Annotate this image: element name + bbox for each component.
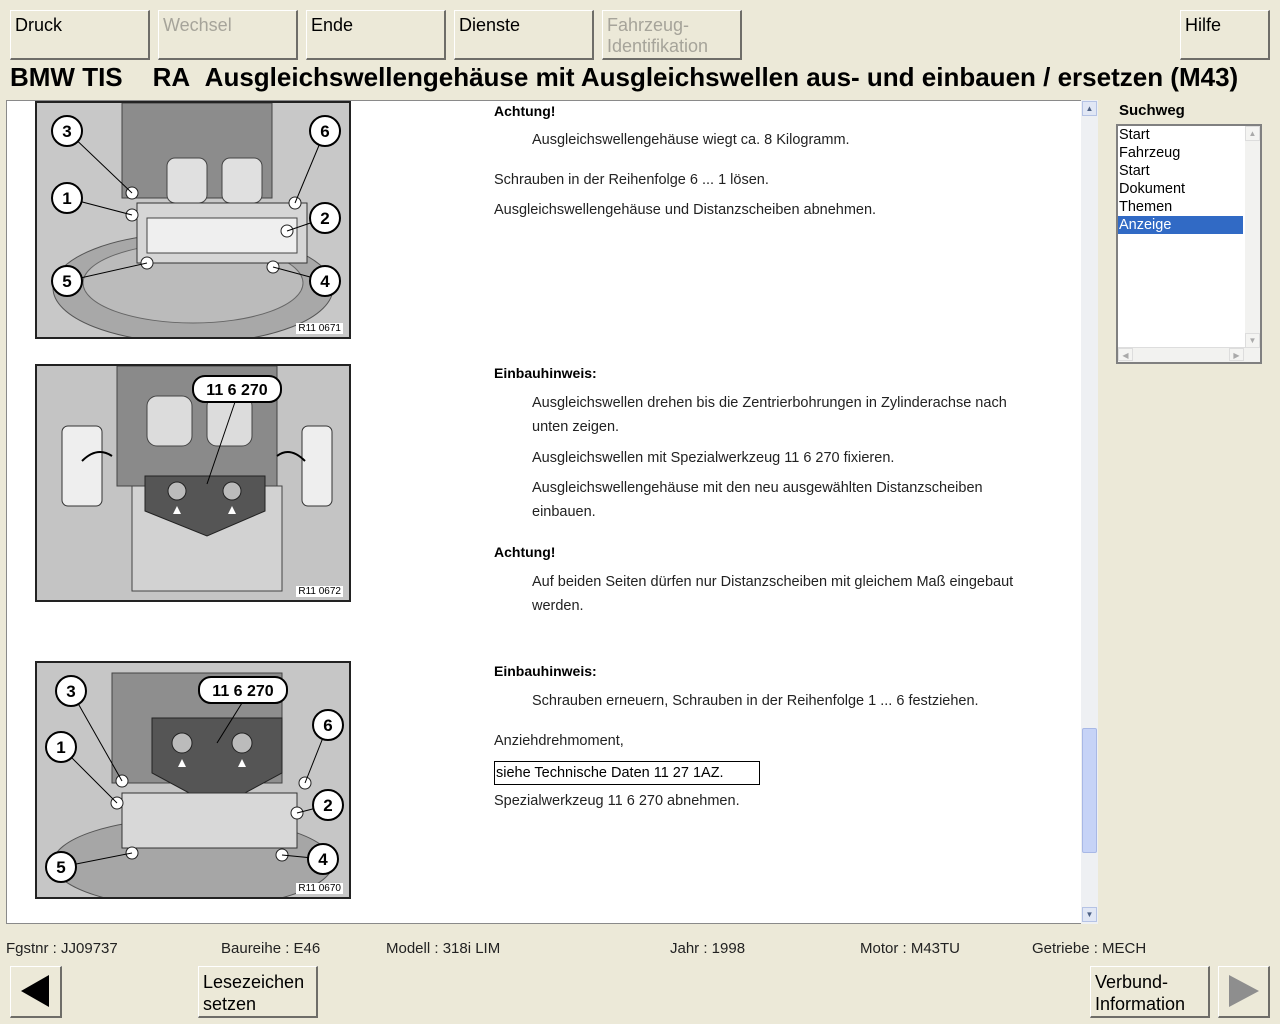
forward-button[interactable] — [1218, 966, 1270, 1018]
wechsel-button[interactable]: Wechsel — [158, 10, 298, 60]
figure-code: R11 0671 — [296, 323, 343, 334]
content-scrollbar[interactable]: ▲ ▼ — [1081, 100, 1098, 924]
doc-title: Ausgleichswellengehäuse mit Ausgleichswe… — [204, 62, 1239, 92]
section-heading: Einbauhinweis: — [494, 365, 597, 381]
lesezeichen-label-line2: setzen — [203, 994, 257, 1014]
wechsel-label: Wechsel — [163, 15, 232, 35]
getriebe-value: Getriebe : MECH — [1032, 940, 1147, 957]
fahrzeug-label-line2: Identifikation — [607, 36, 709, 56]
fahrzeug-identifikation-button[interactable]: Fahrzeug- Identifikation — [602, 10, 742, 60]
note-text: werden. — [532, 598, 584, 614]
hilfe-button[interactable]: Hilfe — [1180, 10, 1270, 60]
step-text: Schrauben in der Reihenfolge 6 ... 1 lös… — [494, 172, 769, 188]
app-name: BMW TIS — [10, 62, 123, 92]
figure-code: R11 0672 — [296, 586, 343, 597]
callout-number: 5 — [62, 272, 71, 291]
fahrzeug-label-line1: Fahrzeug- — [607, 15, 690, 35]
arrow-left-icon — [21, 975, 49, 1007]
callout-number: 2 — [323, 796, 332, 815]
note-text: Ausgleichswellengehäuse mit den neu ausg… — [532, 480, 983, 496]
step-text: Ausgleichswellengehäuse und Distanzschei… — [494, 202, 877, 218]
arrow-right-icon — [1229, 975, 1259, 1007]
note-text: einbauen. — [532, 504, 596, 520]
back-button[interactable] — [10, 966, 62, 1018]
suchweg-horizontal-scrollbar[interactable]: ◀ ▶ — [1118, 347, 1260, 362]
jahr-value: Jahr : 1998 — [670, 940, 746, 957]
verbund-label-line1: Verbund- — [1095, 972, 1169, 992]
suchweg-item-dokument[interactable]: Dokument — [1118, 180, 1243, 198]
modell-value: Modell : 318i LIM — [386, 940, 501, 957]
suchweg-item-fahrzeug[interactable]: Fahrzeug — [1118, 144, 1243, 162]
callout-number: 6 — [320, 122, 329, 141]
note-text: Ausgleichswellen mit Spezialwerkzeug 11 … — [532, 450, 895, 466]
dienste-button[interactable]: Dienste — [454, 10, 594, 60]
figure-code: R11 0670 — [296, 883, 343, 894]
note-text: Auf beiden Seiten dürfen nur Distanzsche… — [532, 574, 1014, 590]
suchweg-scroll-right[interactable]: ▶ — [1229, 348, 1244, 361]
suchweg-title: Suchweg — [1119, 102, 1185, 119]
dienste-label: Dienste — [459, 15, 521, 35]
druck-label: Druck — [15, 15, 63, 35]
engine-illustration-2: 11 6 270 — [37, 366, 349, 600]
suchweg-scroll-left[interactable]: ◀ — [1118, 348, 1133, 361]
callout-number: 1 — [56, 738, 65, 757]
step-text: Anziehdrehmoment, — [494, 733, 624, 749]
step-text: Spezialwerkzeug 11 6 270 abnehmen. — [494, 793, 740, 809]
callout-number: 2 — [320, 209, 329, 228]
figure-r11-0671: 3 6 1 2 5 4 R11 0671 — [35, 101, 351, 339]
baureihe-value: Baureihe : E46 — [221, 940, 321, 957]
scroll-down-button[interactable]: ▼ — [1082, 907, 1097, 922]
callout-number: 3 — [66, 682, 75, 701]
suchweg-item-anzeige[interactable]: Anzeige — [1118, 216, 1243, 234]
document-content: 3 6 1 2 5 4 R11 0671 11 6 270 R11 0672 1… — [6, 100, 1098, 924]
ende-label: Ende — [311, 15, 354, 35]
page-title: BMW TIS RA Ausgleichswellengehäuse mit Au… — [10, 62, 1238, 93]
vehicle-status-bar: Fgstnr : JJ09737 Baureihe : E46 Modell :… — [0, 932, 1280, 960]
callout-number: 4 — [318, 850, 328, 869]
callout-number: 3 — [62, 122, 71, 141]
verbund-label-line2: Information — [1095, 994, 1186, 1014]
note-text: Schrauben erneuern, Schrauben in der Rei… — [532, 693, 979, 709]
suchweg-item-start[interactable]: Start — [1118, 126, 1243, 144]
note-text: unten zeigen. — [532, 419, 620, 435]
druck-button[interactable]: Druck — [10, 10, 150, 60]
lesezeichen-setzen-button[interactable]: Lesezeichen setzen — [198, 966, 318, 1018]
section-heading: Achtung! — [494, 544, 556, 560]
fgstnr-value: Fgstnr : JJ09737 — [6, 940, 118, 957]
figure-r11-0670: 11 6 270 3 1 6 2 5 4 R11 0670 — [35, 661, 351, 899]
note-text: Ausgleichswellengehäuse wiegt ca. 8 Kilo… — [532, 132, 850, 148]
scroll-thumb[interactable] — [1082, 728, 1097, 853]
section-heading: Einbauhinweis: — [494, 663, 597, 679]
callout-number: 4 — [320, 272, 330, 291]
suchweg-list[interactable]: Start Fahrzeug Start Dokument Themen Anz… — [1116, 124, 1262, 364]
callout-number: 5 — [56, 858, 65, 877]
verbund-information-button[interactable]: Verbund- Information — [1090, 966, 1210, 1018]
suchweg-item-themen[interactable]: Themen — [1118, 198, 1243, 216]
suchweg-vertical-scrollbar[interactable]: ▲ ▼ — [1245, 126, 1260, 348]
tool-label: 11 6 270 — [212, 683, 274, 700]
note-text: Ausgleichswellen drehen bis die Zentrier… — [532, 395, 1007, 411]
doc-prefix: RA — [152, 62, 191, 92]
suchweg-scroll-down[interactable]: ▼ — [1245, 333, 1260, 348]
callout-number: 6 — [323, 716, 332, 735]
hilfe-label: Hilfe — [1185, 15, 1222, 35]
tool-label: 11 6 270 — [206, 382, 268, 399]
figure-r11-0672: 11 6 270 R11 0672 — [35, 364, 351, 602]
suchweg-item-start-2[interactable]: Start — [1118, 162, 1243, 180]
ende-button[interactable]: Ende — [306, 10, 446, 60]
motor-value: Motor : M43TU — [860, 940, 961, 957]
callout-number: 1 — [62, 189, 71, 208]
scroll-up-button[interactable]: ▲ — [1082, 101, 1097, 116]
technical-data-link[interactable]: siehe Technische Daten 11 27 1AZ. — [494, 761, 760, 785]
lesezeichen-label-line1: Lesezeichen — [203, 972, 305, 992]
section-heading: Achtung! — [494, 103, 556, 119]
engine-illustration-1: 3 6 1 2 5 4 — [37, 103, 349, 337]
suchweg-scroll-up[interactable]: ▲ — [1245, 126, 1260, 141]
engine-illustration-3: 11 6 270 3 1 6 2 5 4 — [37, 663, 349, 897]
